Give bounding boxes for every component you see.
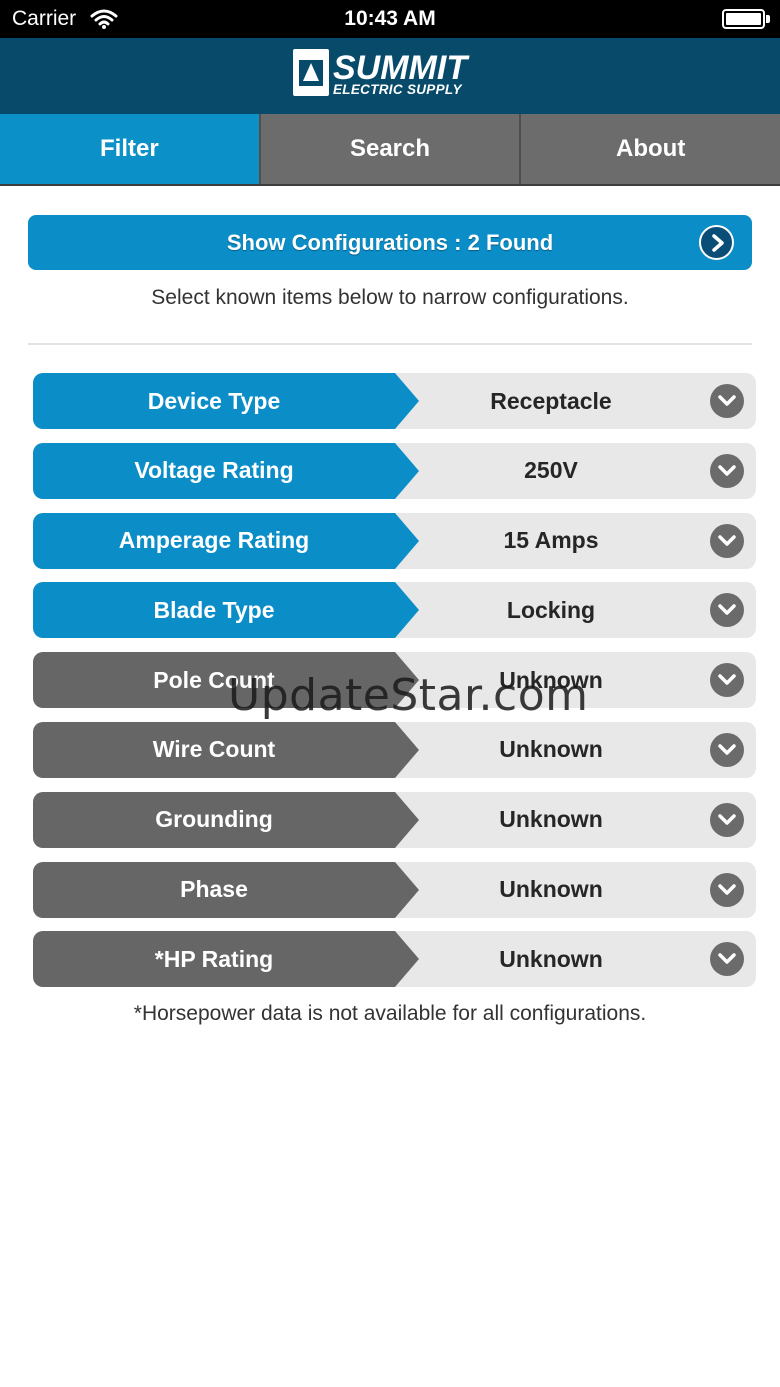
filter-value: Receptacle xyxy=(490,387,612,414)
chevron-right-icon xyxy=(699,225,734,260)
chevron-down-icon[interactable] xyxy=(710,663,744,698)
filter-label: Wire Count xyxy=(33,721,395,778)
watermark: UpdateStar.com xyxy=(228,670,589,721)
filter-row-hp-rating[interactable]: *HP Rating Unknown xyxy=(33,931,756,988)
tab-about[interactable]: About xyxy=(521,114,780,184)
filter-row-amperage-rating[interactable]: Amperage Rating 15 Amps xyxy=(33,512,756,569)
filter-value: Unknown xyxy=(499,945,603,972)
filter-label: Grounding xyxy=(33,791,395,848)
brand-header: SUMMIT ELECTRIC SUPPLY xyxy=(0,38,780,114)
chevron-down-icon[interactable] xyxy=(710,384,744,418)
filter-row-wire-count[interactable]: Wire Count Unknown xyxy=(33,721,756,778)
filter-value: Locking xyxy=(506,596,596,623)
logo-subtitle: ELECTRIC SUPPLY xyxy=(333,82,462,97)
filter-label: Amperage Rating xyxy=(33,512,395,569)
summit-logo-icon xyxy=(293,49,329,96)
summit-logo: SUMMIT ELECTRIC SUPPLY xyxy=(293,49,489,101)
filter-value: Unknown xyxy=(499,806,603,833)
logo-wordmark: SUMMIT xyxy=(333,49,468,87)
chevron-down-icon[interactable] xyxy=(710,453,744,488)
filter-row-grounding[interactable]: Grounding Unknown xyxy=(33,791,756,848)
filter-label: Device Type xyxy=(33,373,395,429)
status-time: 10:43 AM xyxy=(344,7,436,30)
chevron-down-icon[interactable] xyxy=(710,732,744,767)
filter-row-voltage-rating[interactable]: Voltage Rating 250V xyxy=(33,442,756,499)
chevron-down-icon[interactable] xyxy=(710,802,744,837)
filter-value: 15 Amps xyxy=(503,527,599,554)
filter-value: 250V xyxy=(524,457,578,484)
divider xyxy=(28,343,752,345)
filter-row-device-type[interactable]: Device Type Receptacle xyxy=(33,373,756,429)
chevron-down-icon[interactable] xyxy=(710,523,744,558)
chevron-down-icon[interactable] xyxy=(710,942,744,977)
filter-label: *HP Rating xyxy=(33,931,395,988)
hint-text: Select known items below to narrow confi… xyxy=(151,286,629,309)
filter-row-phase[interactable]: Phase Unknown xyxy=(33,861,756,918)
filter-value: Unknown xyxy=(499,876,603,903)
tab-search[interactable]: Search xyxy=(260,114,522,184)
filter-value: Unknown xyxy=(499,736,603,763)
filter-label: Blade Type xyxy=(33,582,395,639)
show-configurations-button[interactable]: Show Configurations : 2 Found xyxy=(28,215,752,270)
filter-row-blade-type[interactable]: Blade Type Locking xyxy=(33,582,756,639)
show-configurations-label: Show Configurations : 2 Found xyxy=(226,229,554,255)
chevron-down-icon[interactable] xyxy=(710,872,744,907)
footnote-text: *Horsepower data is not available for al… xyxy=(133,1002,647,1025)
chevron-down-icon[interactable] xyxy=(710,593,744,628)
filter-label: Phase xyxy=(33,861,395,918)
tab-filter[interactable]: Filter xyxy=(0,114,261,184)
filter-label: Voltage Rating xyxy=(33,442,395,499)
battery-icon xyxy=(722,9,770,29)
status-bar: Carrier 10:43 AM xyxy=(0,0,780,38)
tab-bar: Filter Search About xyxy=(0,114,780,186)
